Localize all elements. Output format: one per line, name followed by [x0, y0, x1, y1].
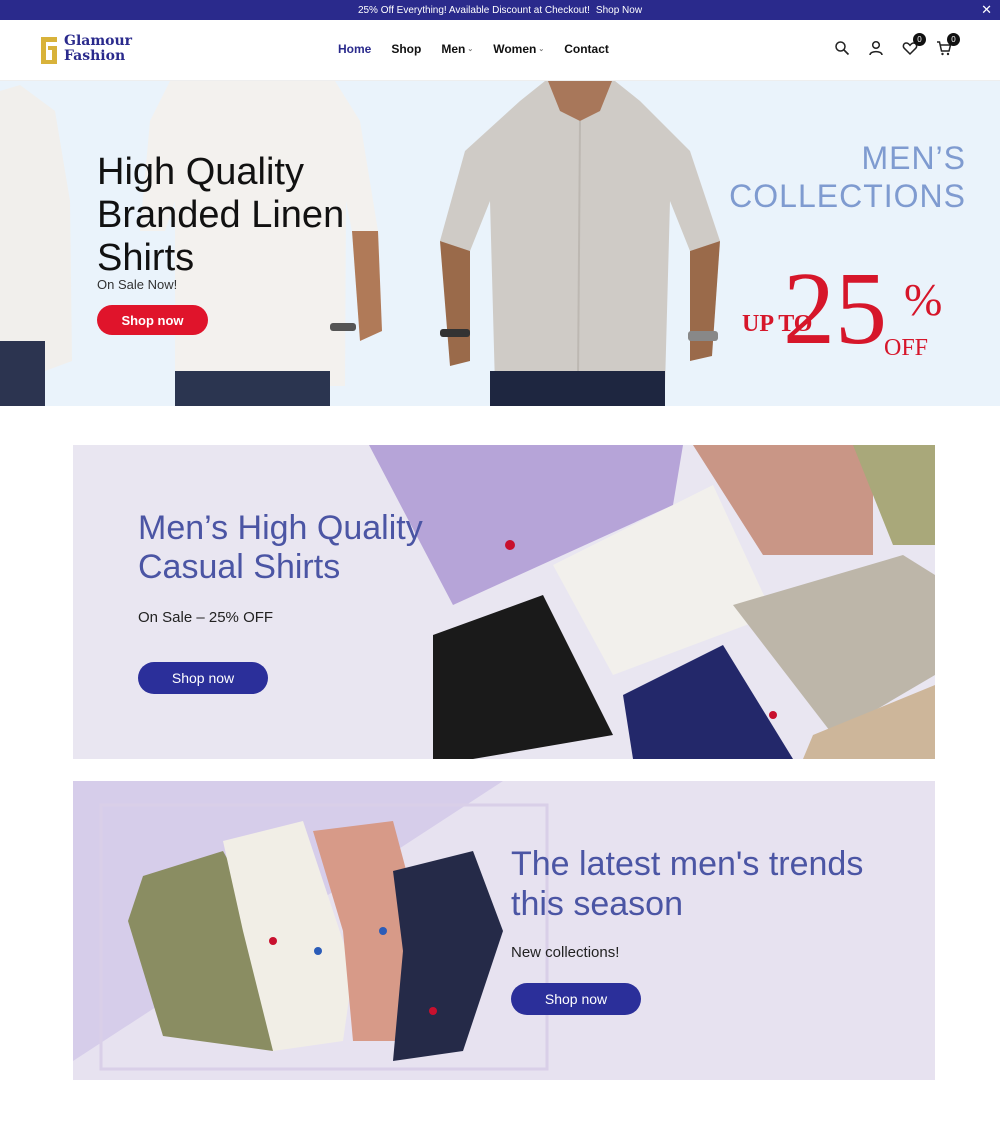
banner2-subtitle: New collections!: [511, 944, 620, 961]
chevron-down-icon: ⌄: [467, 46, 474, 53]
hero-subtitle: On Sale Now!: [97, 277, 178, 292]
site-header: Glamour Fashion Home Shop Men ⌄ Women ⌄ Co…: [0, 20, 1000, 81]
nav-contact[interactable]: Contact: [564, 42, 609, 56]
user-icon[interactable]: [868, 40, 884, 56]
brand-name-line1: Glamour: [64, 33, 133, 49]
heart-icon[interactable]: 0: [902, 33, 926, 56]
hero-banner: High Quality Branded Linen Shirts On Sal…: [0, 81, 1000, 406]
cart-count-badge: 0: [947, 33, 960, 46]
nav-home[interactable]: Home: [338, 42, 371, 56]
brand-name-line2: Fashion: [64, 48, 126, 64]
chevron-down-icon: ⌄: [538, 46, 545, 53]
hero-title: High Quality Branded Linen Shirts: [97, 151, 345, 279]
hero-collection-line2: COLLECTIONS: [729, 178, 966, 214]
banner1-shop-now-button[interactable]: Shop now: [138, 662, 268, 694]
announcement-shop-now-link[interactable]: Shop Now: [596, 5, 642, 16]
hero-percent-sign: %: [904, 274, 943, 325]
nav-men-label: Men: [441, 42, 466, 56]
hero-shop-now-button[interactable]: Shop now: [97, 305, 208, 335]
nav-women-label: Women: [493, 42, 537, 56]
folded-shirts-image: [369, 445, 935, 759]
banner1-title: Men’s High Quality Casual Shirts: [138, 509, 423, 586]
main-nav: Home Shop Men ⌄ Women ⌄ Contact: [338, 42, 609, 56]
latest-trends-banner: The latest men's trends this season New …: [73, 781, 935, 1080]
banner2-shop-now-button[interactable]: Shop now: [511, 983, 641, 1015]
hero-collection-heading: MEN’S COLLECTIONS: [729, 139, 966, 215]
brand-name: Glamour Fashion: [64, 34, 132, 64]
nav-men[interactable]: Men ⌄: [441, 42, 473, 56]
search-icon[interactable]: [834, 40, 850, 56]
announcement-bar: 25% Off Everything! Available Discount a…: [0, 0, 1000, 20]
brand-logo[interactable]: Glamour Fashion: [38, 34, 132, 64]
hero-collection-line1: MEN’S: [861, 140, 966, 176]
stacked-shirts-image: [73, 781, 549, 1071]
banner1-subtitle: On Sale – 25% OFF: [138, 609, 274, 626]
hero-off-label: OFF: [884, 335, 929, 361]
nav-women[interactable]: Women ⌄: [493, 42, 544, 56]
header-icons: 0 0: [834, 33, 960, 56]
nav-shop[interactable]: Shop: [391, 42, 421, 56]
announcement-message: 25% Off Everything! Available Discount a…: [357, 4, 590, 16]
logo-mark-icon: [41, 37, 57, 64]
wishlist-count-badge: 0: [913, 33, 926, 46]
cart-icon[interactable]: 0: [936, 33, 960, 56]
hero-discount-value: 25: [783, 251, 887, 366]
casual-shirts-banner: Men’s High Quality Casual Shirts On Sale…: [73, 445, 935, 759]
close-icon[interactable]: ✕: [981, 2, 992, 18]
banner2-title: The latest men's trends this season: [511, 845, 864, 923]
